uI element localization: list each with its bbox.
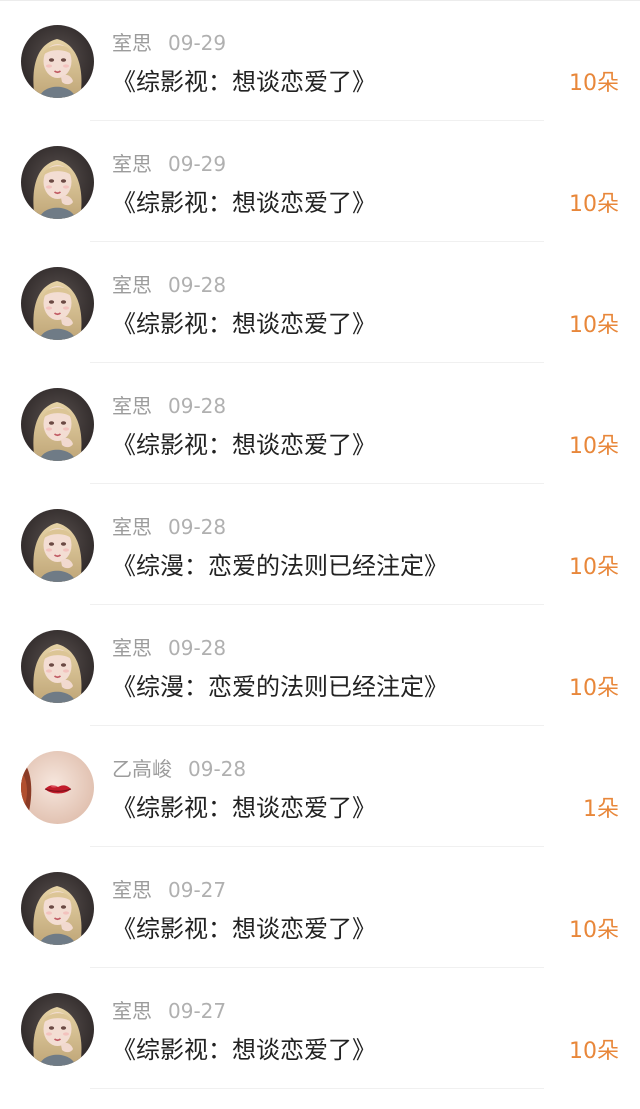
user-name[interactable]: 室思 [112,273,152,297]
user-name[interactable]: 室思 [112,31,152,55]
list-item[interactable]: 室思 09-27 《综影视：想谈恋爱了》 10朵 [0,847,640,968]
meta-line: 室思 09-28 [112,271,226,299]
avatar-girl-icon [21,630,94,703]
meta-line: 室思 09-28 [112,513,226,541]
meta-line: 乙高峻 09-28 [112,755,246,783]
book-title[interactable]: 《综影视：想谈恋爱了》 [112,185,376,221]
user-name[interactable]: 室思 [112,394,152,418]
list-item[interactable]: 室思 09-27 《综影视：想谈恋爱了》 10朵 [0,968,640,1089]
avatar[interactable] [21,630,94,703]
gift-count: 10朵 [569,555,619,580]
avatar[interactable] [21,25,94,98]
book-title[interactable]: 《综影视：想谈恋爱了》 [112,1032,376,1068]
avatar[interactable] [21,872,94,945]
list-item[interactable]: 室思 09-28 《综影视：想谈恋爱了》 10朵 [0,363,640,484]
gift-count: 10朵 [569,434,619,459]
meta-line: 室思 09-27 [112,876,226,904]
user-name[interactable]: 乙高峻 [112,757,172,781]
avatar[interactable] [21,267,94,340]
user-name[interactable]: 室思 [112,515,152,539]
meta-line: 室思 09-28 [112,392,226,420]
list-item[interactable]: 乙高峻 09-28 《综影视：想谈恋爱了》 1朵 [0,726,640,847]
meta-line: 室思 09-29 [112,29,226,57]
gift-count: 10朵 [569,192,619,217]
date-label: 09-28 [168,515,227,539]
book-title[interactable]: 《综漫：恋爱的法则已经注定》 [112,669,448,705]
user-name[interactable]: 室思 [112,878,152,902]
avatar-lips-icon [21,751,94,824]
list-item[interactable]: 室思 09-29 《综影视：想谈恋爱了》 10朵 [0,0,640,121]
avatar-girl-icon [21,509,94,582]
list-item[interactable]: 室思 09-28 《综影视：想谈恋爱了》 10朵 [0,242,640,363]
date-label: 09-27 [168,999,227,1023]
date-label: 09-28 [168,636,227,660]
date-label: 09-29 [168,152,227,176]
list-item[interactable]: 室思 09-28 《综漫：恋爱的法则已经注定》 10朵 [0,605,640,726]
gift-count: 10朵 [569,71,619,96]
book-title[interactable]: 《综漫：恋爱的法则已经注定》 [112,548,448,584]
gift-count: 10朵 [569,676,619,701]
avatar-girl-icon [21,25,94,98]
avatar-girl-icon [21,267,94,340]
avatar[interactable] [21,509,94,582]
gift-record-list: 室思 09-29 《综影视：想谈恋爱了》 10朵 室思 09-29 《综影视：想谈恋… [0,0,640,1089]
meta-line: 室思 09-27 [112,997,226,1025]
gift-count: 1朵 [583,797,619,822]
row-divider [90,1088,544,1089]
avatar-girl-icon [21,146,94,219]
book-title[interactable]: 《综影视：想谈恋爱了》 [112,790,376,826]
gift-count: 10朵 [569,918,619,943]
user-name[interactable]: 室思 [112,999,152,1023]
date-label: 09-28 [168,394,227,418]
avatar[interactable] [21,993,94,1066]
list-item[interactable]: 室思 09-28 《综漫：恋爱的法则已经注定》 10朵 [0,484,640,605]
avatar[interactable] [21,388,94,461]
date-label: 09-28 [168,273,227,297]
book-title[interactable]: 《综影视：想谈恋爱了》 [112,306,376,342]
date-label: 09-27 [168,878,227,902]
gift-count: 10朵 [569,1039,619,1064]
avatar[interactable] [21,146,94,219]
meta-line: 室思 09-28 [112,634,226,662]
meta-line: 室思 09-29 [112,150,226,178]
avatar[interactable] [21,751,94,824]
book-title[interactable]: 《综影视：想谈恋爱了》 [112,911,376,947]
book-title[interactable]: 《综影视：想谈恋爱了》 [112,427,376,463]
user-name[interactable]: 室思 [112,636,152,660]
book-title[interactable]: 《综影视：想谈恋爱了》 [112,64,376,100]
date-label: 09-28 [188,757,247,781]
date-label: 09-29 [168,31,227,55]
avatar-girl-icon [21,388,94,461]
avatar-girl-icon [21,872,94,945]
gift-count: 10朵 [569,313,619,338]
avatar-girl-icon [21,993,94,1066]
list-item[interactable]: 室思 09-29 《综影视：想谈恋爱了》 10朵 [0,121,640,242]
user-name[interactable]: 室思 [112,152,152,176]
